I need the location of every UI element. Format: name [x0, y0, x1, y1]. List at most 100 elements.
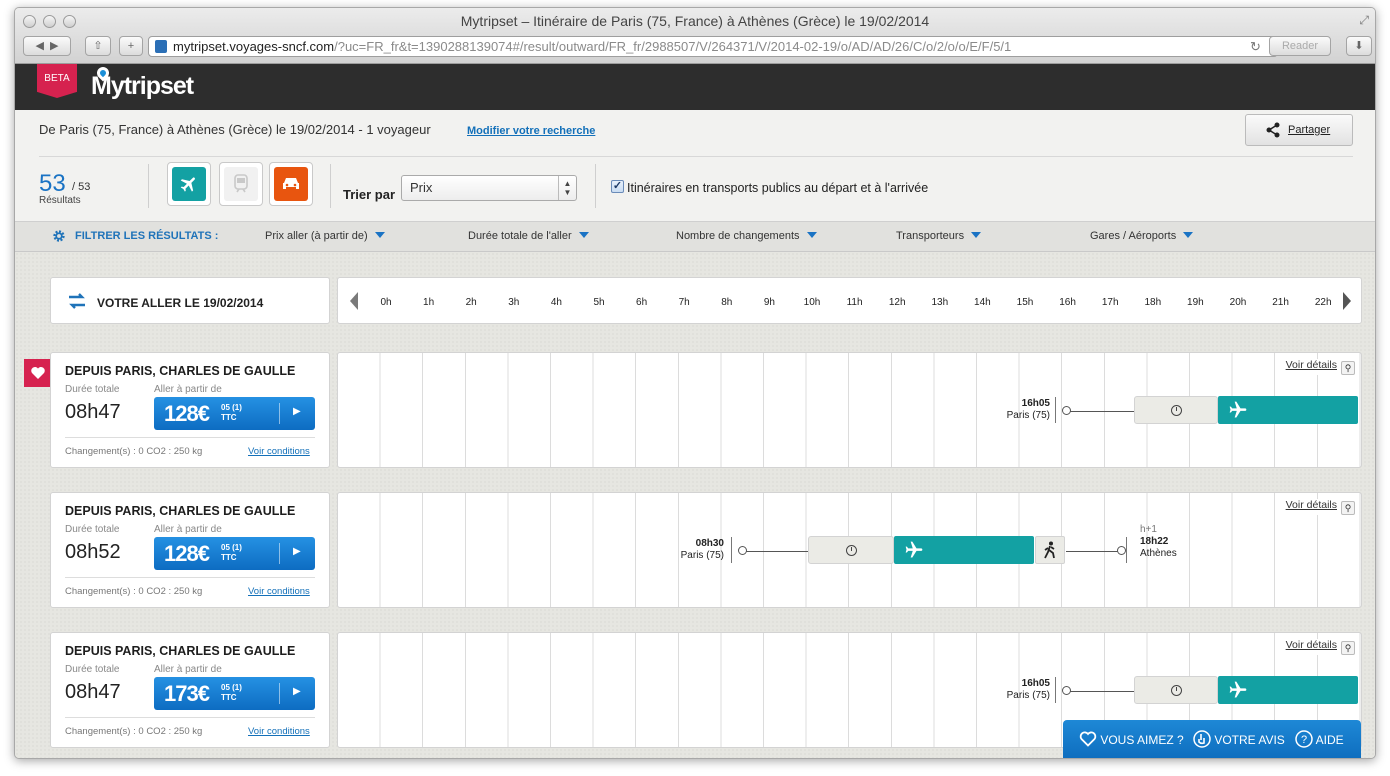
itinerary-timeline: Voir détails ⚲ 08h30 Paris (75) h+1 18h22… — [337, 492, 1362, 608]
duration-value: 08h47 — [65, 681, 121, 703]
mode-car-toggle[interactable] — [269, 162, 313, 206]
hour-label: 5h — [593, 297, 605, 308]
car-icon — [283, 178, 299, 189]
public-transport-checkbox[interactable]: ✓ — [611, 180, 624, 193]
dropdown-arrow-icon — [806, 232, 817, 238]
share-page-icon[interactable]: ⇧ — [85, 36, 111, 56]
next-hours-icon[interactable] — [1343, 292, 1351, 310]
address-bar[interactable]: mytripset.voyages-sncf.com/?uc=FR_fr&t=1… — [148, 36, 1278, 57]
add-bookmark-icon[interactable]: + — [119, 36, 143, 56]
plane-icon — [180, 177, 195, 192]
filter-carriers[interactable]: Transporteurs — [896, 230, 982, 242]
duration-value: 08h52 — [65, 541, 121, 563]
filter-stations[interactable]: Gares / Aéroports — [1090, 230, 1194, 242]
review-button[interactable]: VOTRE AVIS — [1193, 720, 1285, 758]
url-path: /?uc=FR_fr&t=1390288139074#/result/outwa… — [334, 39, 1012, 54]
share-button[interactable]: Partager — [1245, 114, 1353, 146]
filter-changes[interactable]: Nombre de changements — [676, 230, 817, 242]
duration-label: Durée totale — [65, 384, 120, 395]
details-label: Voir détails — [1285, 639, 1337, 651]
downloads-icon[interactable]: ⬇ — [1346, 36, 1372, 56]
mode-train-toggle[interactable] — [219, 162, 263, 206]
url-domain: mytripset.voyages-sncf.com — [173, 39, 335, 54]
select-arrows-icon: ▲ ▼ — [558, 176, 576, 200]
arrival-place: Athènes — [1140, 548, 1177, 559]
dropdown-arrow-icon — [1183, 232, 1194, 238]
flight-segment[interactable] — [1218, 396, 1358, 424]
hour-label: 1h — [423, 297, 435, 308]
origin-title: DEPUIS PARIS, CHARLES DE GAULLE — [65, 364, 296, 378]
plane-icon — [905, 541, 923, 558]
help-button[interactable]: ? AIDE — [1295, 720, 1344, 758]
play-arrow-icon: ▶ — [293, 546, 301, 557]
previous-hours-icon[interactable] — [350, 292, 358, 310]
reload-icon[interactable]: ↻ — [1250, 39, 1261, 55]
play-arrow-icon: ▶ — [293, 686, 301, 697]
filter-price[interactable]: Prix aller (à partir de) — [265, 230, 385, 242]
ttc-label: TTC — [221, 553, 237, 562]
plane-icon — [1229, 681, 1247, 698]
divider — [39, 156, 1353, 157]
reader-button[interactable]: Reader — [1269, 36, 1331, 56]
clock-icon — [845, 544, 857, 556]
conditions-link[interactable]: Voir conditions — [248, 446, 310, 457]
filter-title: FILTRER LES RÉSULTATS : — [75, 230, 219, 242]
modify-search-link[interactable]: Modifier votre recherche — [467, 125, 595, 137]
flight-segment[interactable] — [894, 536, 1034, 564]
site-logo[interactable]: Mytripset — [91, 72, 194, 101]
arrival-time: 18h22 — [1140, 536, 1169, 547]
ttc-label: TTC — [221, 413, 237, 422]
sort-label: Trier par — [343, 187, 396, 202]
details-link[interactable]: Voir détails ⚲ — [1283, 639, 1357, 655]
site-favicon-icon — [155, 40, 167, 53]
arrival-day-offset: h+1 — [1140, 524, 1157, 535]
price-button[interactable]: 173€ 05 (1) TTC ▶ — [154, 677, 315, 710]
public-transport-label[interactable]: Itinéraires en transports publics au dép… — [627, 181, 928, 195]
clock-icon — [1170, 404, 1182, 416]
changes-co2-info: Changement(s) : 0 CO2 : 250 kg — [65, 446, 203, 457]
fullscreen-icon[interactable]: ⤢ — [1359, 13, 1369, 28]
like-button[interactable]: VOUS AIMEZ ? — [1079, 720, 1184, 758]
departure-place: Paris (75) — [1006, 410, 1050, 421]
hour-label: 22h — [1314, 297, 1332, 308]
price-value: 173€ — [164, 681, 210, 706]
dropdown-arrow-icon — [374, 232, 385, 238]
direction-header: VOTRE ALLER LE 19/02/2014 — [50, 277, 330, 324]
conditions-link[interactable]: Voir conditions — [248, 586, 310, 597]
hour-label: 19h — [1187, 297, 1204, 308]
back-forward-buttons[interactable]: ◀ ▶ — [23, 36, 71, 56]
sort-value: Prix — [410, 180, 433, 195]
help-label: AIDE — [1315, 733, 1344, 747]
origin-title: DEPUIS PARIS, CHARLES DE GAULLE — [65, 644, 296, 658]
hour-label: 14h — [974, 297, 991, 308]
hour-label: 18h — [1144, 297, 1162, 308]
help-icon: ? — [1295, 730, 1313, 748]
filter-duration[interactable]: Durée totale de l'aller — [468, 230, 589, 242]
conditions-link[interactable]: Voir conditions — [248, 726, 310, 737]
departure-place: Paris (75) — [680, 550, 724, 561]
details-label: Voir détails — [1285, 359, 1337, 371]
flight-segment[interactable] — [1218, 676, 1358, 704]
hand-pointer-icon — [1193, 730, 1211, 748]
clock-icon — [1170, 684, 1182, 696]
site-header: BETA Mytripset — [15, 64, 1375, 110]
price-cents: 05 (1) — [221, 403, 242, 412]
magnifier-icon: ⚲ — [1341, 361, 1355, 375]
price-button[interactable]: 128€ 05 (1) TTC ▶ — [154, 397, 315, 430]
search-info-bar: De Paris (75, France) à Athènes (Grèce) … — [15, 110, 1375, 222]
magnifier-icon: ⚲ — [1341, 641, 1355, 655]
details-link[interactable]: Voir détails ⚲ — [1283, 499, 1357, 515]
beta-badge: BETA — [37, 64, 77, 98]
details-link[interactable]: Voir détails ⚲ — [1283, 359, 1357, 375]
hour-label: 21h — [1272, 297, 1289, 308]
departure-time: 08h30 — [695, 538, 724, 549]
hour-label: 8h — [721, 297, 733, 308]
price-button[interactable]: 128€ 05 (1) TTC ▶ — [154, 537, 315, 570]
hour-label: 2h — [465, 297, 477, 308]
sort-select[interactable]: Prix ▲ ▼ — [401, 175, 577, 201]
itinerary-timeline: Voir détails ⚲ 16h05 Paris (75) — [337, 352, 1362, 468]
mode-plane-toggle[interactable] — [167, 162, 211, 206]
price-label: Aller à partir de — [154, 524, 222, 535]
price-cents: 05 (1) — [221, 543, 242, 552]
price-value: 128€ — [164, 401, 210, 426]
